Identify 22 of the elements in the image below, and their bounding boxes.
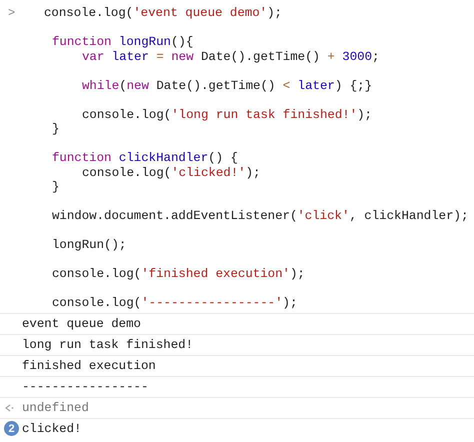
code-line: console.log('finished execution'); [52, 266, 305, 282]
return-arrow-icon [4, 402, 14, 412]
code-line: while(new Date().getTime() < later) {;} [82, 78, 372, 93]
code-line: longRun(); [52, 237, 126, 252]
code-line: function clickHandler() { [52, 150, 238, 166]
code-line: console.log('event queue demo'); [44, 6, 282, 20]
code-line: var later = new Date().getTime() + 3000; [82, 50, 380, 64]
console-output-text: long run task finished! [22, 338, 194, 352]
prompt-chevron: > [8, 6, 16, 21]
code-line: console.log('-----------------'); [52, 295, 298, 310]
console-output-text: clicked! [22, 422, 82, 436]
code-line: function longRun(){ [52, 34, 194, 50]
code-line: window.document.addEventListener('click', clickHandler); [52, 208, 468, 224]
code-line: } [52, 122, 60, 136]
console-output-text: ----------------- [22, 380, 148, 394]
console-output-text: event queue demo [22, 316, 141, 330]
repeat-count-badge: 2 [4, 421, 19, 436]
code-line: console.log('long run task finished!'); [82, 106, 372, 122]
code-line: } [52, 180, 60, 194]
code-line: console.log('clicked!'); [82, 166, 260, 180]
return-value-text: undefined [22, 400, 89, 414]
console-output-text: finished execution [22, 358, 156, 372]
